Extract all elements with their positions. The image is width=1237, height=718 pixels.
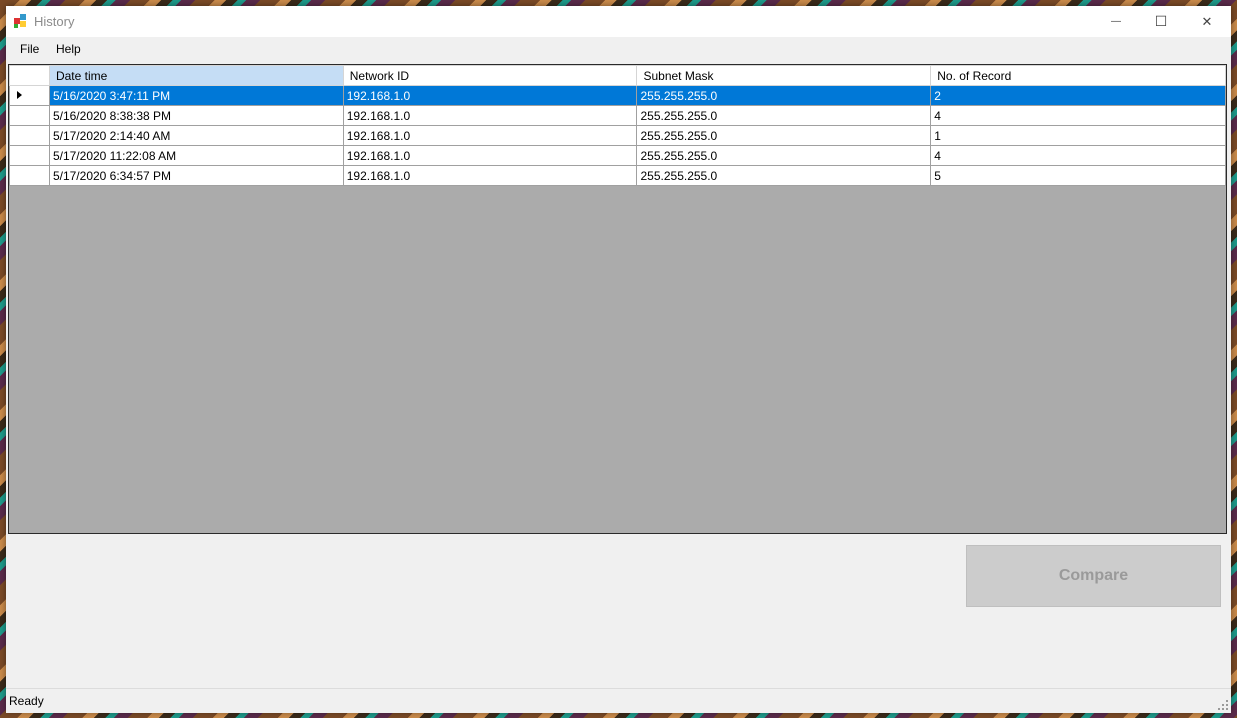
- grid-header-row: Date time Network ID Subnet Mask No. of …: [9, 65, 1226, 86]
- table-row[interactable]: 5/17/2020 6:34:57 PM 192.168.1.0 255.255…: [9, 165, 1226, 186]
- status-text: Ready: [9, 694, 44, 708]
- cell-no-of-record[interactable]: 4: [930, 105, 1226, 126]
- menu-help[interactable]: Help: [56, 42, 81, 56]
- cell-network-id[interactable]: 192.168.1.0: [342, 105, 638, 126]
- cell-no-of-record[interactable]: 1: [930, 125, 1226, 146]
- column-header-network-id[interactable]: Network ID: [342, 65, 638, 86]
- compare-button[interactable]: Compare: [966, 545, 1221, 607]
- cell-subnet-mask[interactable]: 255.255.255.0: [636, 125, 932, 146]
- minimize-icon: —: [1111, 16, 1121, 27]
- row-header[interactable]: [9, 125, 50, 146]
- table-row[interactable]: 5/17/2020 11:22:08 AM 192.168.1.0 255.25…: [9, 145, 1226, 166]
- cell-date-time[interactable]: 5/16/2020 8:38:38 PM: [48, 105, 344, 126]
- cell-date-time[interactable]: 5/17/2020 2:14:40 AM: [48, 125, 344, 146]
- cell-no-of-record[interactable]: 5: [930, 165, 1226, 186]
- cell-date-time[interactable]: 5/17/2020 11:22:08 AM: [48, 145, 344, 166]
- title-bar[interactable]: History — ☐ ✕: [6, 6, 1231, 37]
- table-row[interactable]: 5/16/2020 3:47:11 PM 192.168.1.0 255.255…: [9, 85, 1226, 106]
- cell-network-id[interactable]: 192.168.1.0: [342, 165, 638, 186]
- cell-no-of-record[interactable]: 2: [930, 85, 1226, 106]
- cell-no-of-record[interactable]: 4: [930, 145, 1226, 166]
- close-icon: ✕: [1201, 13, 1213, 29]
- cell-subnet-mask[interactable]: 255.255.255.0: [636, 105, 932, 126]
- grid-corner-header[interactable]: [9, 65, 50, 86]
- maximize-button[interactable]: ☐: [1138, 6, 1184, 37]
- history-grid[interactable]: Date time Network ID Subnet Mask No. of …: [8, 64, 1227, 534]
- row-header[interactable]: [9, 85, 50, 106]
- cell-subnet-mask[interactable]: 255.255.255.0: [636, 165, 932, 186]
- row-header[interactable]: [9, 165, 50, 186]
- app-icon: [14, 14, 28, 28]
- cell-subnet-mask[interactable]: 255.255.255.0: [636, 85, 932, 106]
- cell-network-id[interactable]: 192.168.1.0: [342, 125, 638, 146]
- menu-bar: File Help: [6, 37, 1231, 61]
- cell-network-id[interactable]: 192.168.1.0: [342, 85, 638, 106]
- window-title: History: [34, 14, 75, 29]
- resize-grip-icon[interactable]: [1218, 700, 1228, 710]
- table-row[interactable]: 5/16/2020 8:38:38 PM 192.168.1.0 255.255…: [9, 105, 1226, 126]
- history-window: History — ☐ ✕ File Help Date time Networ…: [6, 6, 1231, 713]
- cell-network-id[interactable]: 192.168.1.0: [342, 145, 638, 166]
- row-header[interactable]: [9, 145, 50, 166]
- column-header-subnet-mask[interactable]: Subnet Mask: [636, 65, 932, 86]
- row-header[interactable]: [9, 105, 50, 126]
- cell-subnet-mask[interactable]: 255.255.255.0: [636, 145, 932, 166]
- cell-date-time[interactable]: 5/17/2020 6:34:57 PM: [48, 165, 344, 186]
- cell-date-time[interactable]: 5/16/2020 3:47:11 PM: [48, 85, 344, 106]
- maximize-icon: ☐: [1154, 13, 1168, 29]
- menu-file[interactable]: File: [20, 42, 39, 56]
- current-row-arrow-icon: [17, 91, 22, 99]
- table-row[interactable]: 5/17/2020 2:14:40 AM 192.168.1.0 255.255…: [9, 125, 1226, 146]
- column-header-date-time[interactable]: Date time: [48, 65, 344, 86]
- status-bar: Ready: [6, 688, 1231, 713]
- close-button[interactable]: ✕: [1184, 6, 1230, 37]
- minimize-button[interactable]: —: [1093, 6, 1139, 37]
- column-header-no-of-record[interactable]: No. of Record: [930, 65, 1226, 86]
